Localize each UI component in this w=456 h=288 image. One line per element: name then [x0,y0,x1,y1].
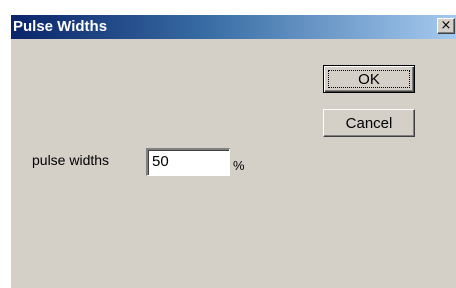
ok-button[interactable]: OK [323,65,415,93]
close-icon: × [440,18,452,33]
cancel-button[interactable]: Cancel [323,109,415,137]
pulse-widths-dialog: Pulse Widths × OK Cancel pulse widths 50… [10,14,456,288]
close-button[interactable]: × [437,18,455,34]
cancel-button-label: Cancel [345,114,393,132]
dialog-title: Pulse Widths [13,18,108,35]
pulse-widths-label: pulse widths [32,152,110,168]
percent-unit-label: % [233,158,245,173]
title-bar[interactable]: Pulse Widths × [11,15,456,39]
pulse-widths-input[interactable]: 50 [146,148,230,176]
ok-button-label: OK [358,70,380,88]
